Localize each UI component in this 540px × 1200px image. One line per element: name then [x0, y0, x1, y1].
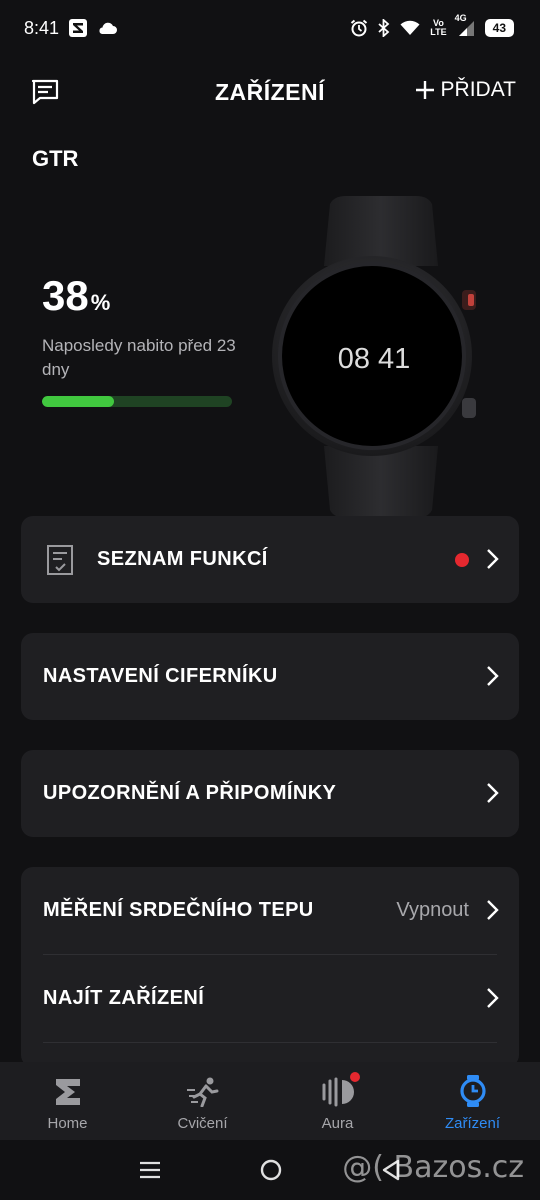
battery-progress-bar: [42, 396, 232, 407]
battery-block: 38 % Naposledy nabito před 23 dny: [42, 272, 242, 407]
battery-progress-fill: [42, 396, 115, 407]
heart-rate-value: Vypnout: [396, 899, 469, 921]
volte-label: Vo LTE: [430, 19, 446, 37]
status-bar: 8:41 Vo LTE 4G 43: [0, 0, 540, 56]
feedback-button[interactable]: [30, 78, 60, 106]
add-device-label: PŘIDAT: [440, 78, 516, 101]
device-name: GTR: [32, 146, 79, 171]
runner-icon: [186, 1077, 218, 1107]
chevron-right-icon: [487, 549, 499, 569]
watermark: @( Bazos.cz: [342, 1150, 524, 1185]
volte-bottom: LTE: [430, 27, 447, 37]
watchface-label: NASTAVENÍ CIFERNÍKU: [43, 665, 278, 687]
watchface-card: NASTAVENÍ CIFERNÍKU: [21, 633, 519, 720]
nav-devices[interactable]: Zařízení: [405, 1062, 540, 1140]
nav-aura-label: Aura: [321, 1115, 354, 1132]
wifi-icon: [400, 20, 420, 36]
notifications-row[interactable]: UPOZORNĚNÍ A PŘIPOMÍNKY: [21, 750, 519, 837]
notifications-card: UPOZORNĚNÍ A PŘIPOMÍNKY: [21, 750, 519, 837]
watch-illustration: 08 41: [272, 196, 476, 518]
settings-card: MĚŘENÍ SRDEČNÍHO TEPU Vypnout NAJÍT ZAŘÍ…: [21, 867, 519, 1067]
feature-list-card: SEZNAM FUNKCÍ: [21, 516, 519, 603]
nav-workout[interactable]: Cvičení: [135, 1062, 270, 1140]
header: ZAŘÍZENÍ PŘIDAT: [0, 66, 540, 118]
find-device-label: NAJÍT ZAŘÍZENÍ: [43, 987, 205, 1009]
nav-home[interactable]: Home: [0, 1062, 135, 1140]
notifications-label: UPOZORNĚNÍ A PŘIPOMÍNKY: [43, 782, 337, 804]
signal-label: 4G: [454, 13, 467, 23]
watchface-row[interactable]: NASTAVENÍ CIFERNÍKU: [21, 633, 519, 720]
nav-devices-label: Zařízení: [444, 1115, 501, 1132]
watch-image[interactable]: 08 41: [266, 196, 496, 518]
cloud-icon: [97, 21, 118, 35]
chat-icon: [31, 79, 59, 105]
divider: [43, 1042, 497, 1043]
chevron-right-icon: [487, 666, 499, 686]
status-time: 8:41: [24, 17, 60, 38]
chevron-right-icon: [487, 783, 499, 803]
find-device-row[interactable]: NAJÍT ZAŘÍZENÍ: [21, 955, 519, 1042]
battery-percent-value: 38: [42, 272, 89, 319]
status-right: Vo LTE 4G 43: [350, 13, 514, 37]
recent-apps-icon[interactable]: [139, 1160, 161, 1180]
watch-icon: [459, 1075, 486, 1107]
zepp-notification-icon: [69, 19, 88, 37]
battery-percent-unit: %: [90, 290, 111, 315]
add-device-button[interactable]: PŘIDAT: [415, 78, 516, 102]
battery-indicator: 43: [484, 19, 514, 37]
last-charged-text: Naposledy nabito před 23 dny: [42, 336, 236, 379]
aura-icon: [322, 1077, 354, 1107]
aura-badge-dot: [350, 1072, 360, 1082]
heart-rate-row[interactable]: MĚŘENÍ SRDEČNÍHO TEPU Vypnout: [21, 867, 519, 954]
bluetooth-icon: [378, 19, 390, 37]
cell-signal-icon: 4G: [455, 13, 475, 36]
sigma-home-icon: [55, 1079, 80, 1105]
nav-aura[interactable]: Aura: [270, 1062, 405, 1140]
heart-rate-label: MĚŘENÍ SRDEČNÍHO TEPU: [43, 899, 314, 921]
plus-icon: [415, 81, 434, 99]
feature-list-row[interactable]: SEZNAM FUNKCÍ: [21, 516, 519, 603]
bottom-nav: Home Cvičení Aura Zařízení: [0, 1062, 540, 1140]
checklist-icon: [47, 544, 73, 575]
home-circle-icon[interactable]: [259, 1158, 283, 1182]
chevron-right-icon: [487, 988, 499, 1008]
status-left: 8:41: [24, 17, 118, 39]
feature-list-label: SEZNAM FUNKCÍ: [97, 548, 268, 570]
nav-home-label: Home: [47, 1115, 88, 1132]
page-title: ZAŘÍZENÍ: [214, 78, 326, 105]
new-badge-dot: [455, 553, 469, 567]
watch-time-display: 08 41: [338, 343, 411, 375]
nav-workout-label: Cvičení: [177, 1115, 228, 1132]
chevron-right-icon: [487, 900, 499, 920]
alarm-icon: [350, 19, 368, 37]
battery-percent: 38 %: [42, 272, 242, 320]
